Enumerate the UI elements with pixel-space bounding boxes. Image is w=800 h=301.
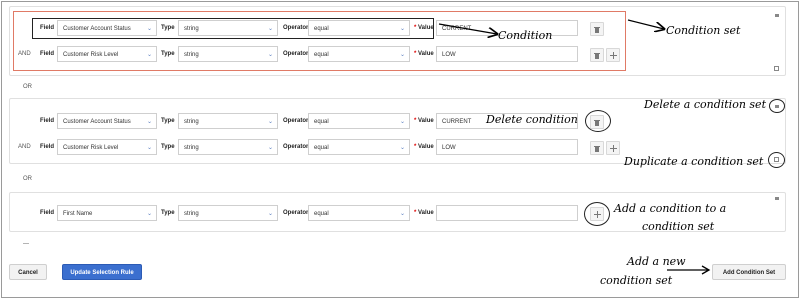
annotation-add-condition-2: condition set (642, 220, 715, 233)
annotation-add-new-set-2: condition set (600, 274, 673, 287)
annotation-condition: Condition (498, 29, 553, 42)
arrow-condition-set (627, 19, 664, 29)
annotation-add-condition-1: Add a condition to a (614, 202, 727, 215)
arrow-condition (438, 23, 497, 34)
rule-editor: Field Customer Account Status ⌄ Type stri… (1, 1, 799, 298)
annotation-add-new-set-1: Add a new (627, 255, 686, 268)
annotation-delete-condition-set: Delete a condition set (644, 98, 766, 111)
annotation-duplicate-condition-set: Duplicate a condition set (624, 155, 764, 168)
annotation-delete-condition: Delete condition (486, 113, 578, 126)
annotation-condition-set: Condition set (666, 24, 741, 37)
